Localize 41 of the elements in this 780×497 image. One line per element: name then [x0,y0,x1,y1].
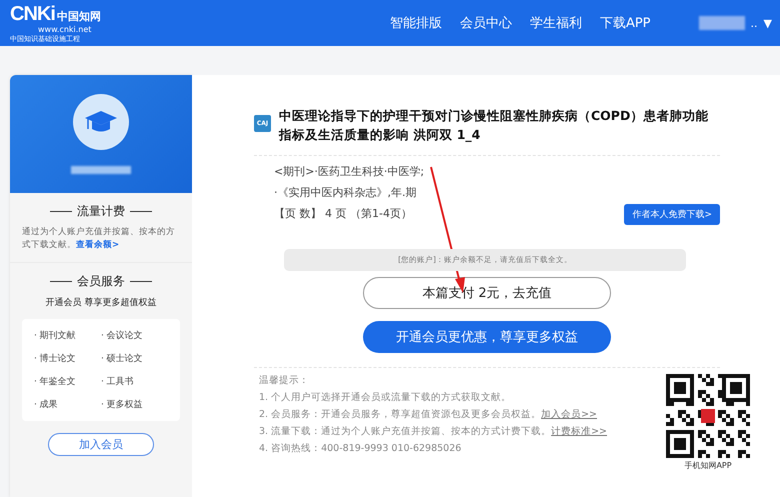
caret-icon[interactable]: ▼ [764,16,772,30]
nav-link[interactable]: 会员中心 [460,14,512,32]
qr-code-icon [666,374,750,458]
traffic-description: 通过为个人账户充值并按篇、按本的方式下载文献。查看余额> [22,226,176,252]
section-heading: 会员服务 [22,272,180,290]
benefit-item: · 更多权益 [101,398,144,410]
meta-line: 【页 数】 4 页 （第1-4页） [274,206,412,220]
benefit-item: · 博士论文 [34,352,77,364]
membership-button[interactable]: 开通会员更优惠，尊享更多权益 [363,320,611,352]
meta-line: <期刊>·医药卫生科技·中医学; [274,164,424,178]
blurred-username [71,166,131,174]
logo-url: www.cnki.net [38,26,92,34]
membership-subtitle: 开通会员 尊享更多超值权益 [44,296,158,308]
tip-line: 3. 流量下载：通过为个人账户充值并按篇、按本的方式计费下载。计费标准>> [259,424,608,438]
benefit-item: · 期刊文献 [34,330,77,342]
balance-link[interactable]: 查看余额> [76,240,120,250]
document-title: 中医理论指导下的护理干预对门诊慢性阻塞性肺疾病（COPD）患者肺功能指标及生活质量的影响 洪阿双 1_4 [279,107,710,144]
join-member-button[interactable]: 加入会员 [48,432,154,456]
pay-recharge-button[interactable]: 本篇支付 2元，去充值 [363,276,611,308]
tip-line: 4. 咨询热线：400-819-9993 010-62985026 [259,442,462,454]
benefit-item: · 硕士论文 [101,352,144,364]
nav-link[interactable]: 学生福利 [530,14,582,32]
tip-line: 1. 个人用户可选择开通会员或流量下载的方式获取文献。 [259,390,512,404]
benefit-item: · 年鉴全文 [34,376,77,388]
blurred-username[interactable] [698,16,745,30]
tips-heading: 温馨提示： [259,374,310,386]
nav-link[interactable]: 智能排版 [390,14,442,32]
logo-mark: CNKi [10,3,55,26]
tip-line: 2. 会员服务：开通会员服务，尊享超值资源包及更多会员权益。加入会员>> [259,408,598,420]
tip-link[interactable]: 计费标准>> [551,426,608,436]
qr-caption: 手机知网APP [684,460,732,470]
section-heading: 流量计费 [22,203,180,220]
meta-line: ·《实用中医内科杂志》,年.期 [274,184,416,200]
benefit-item: · 会议论文 [101,330,144,342]
logo-name: 中国知网 [56,11,101,22]
nav-link[interactable]: 下载APP [600,14,651,32]
tip-link[interactable]: 加入会员>> [541,408,598,420]
author-download-button[interactable]: 作者本人免费下载> [624,204,720,224]
benefit-item: · 工具书 [101,376,135,388]
benefit-item: · 成果 [34,398,59,410]
ellipsis-text: .. [750,16,758,30]
